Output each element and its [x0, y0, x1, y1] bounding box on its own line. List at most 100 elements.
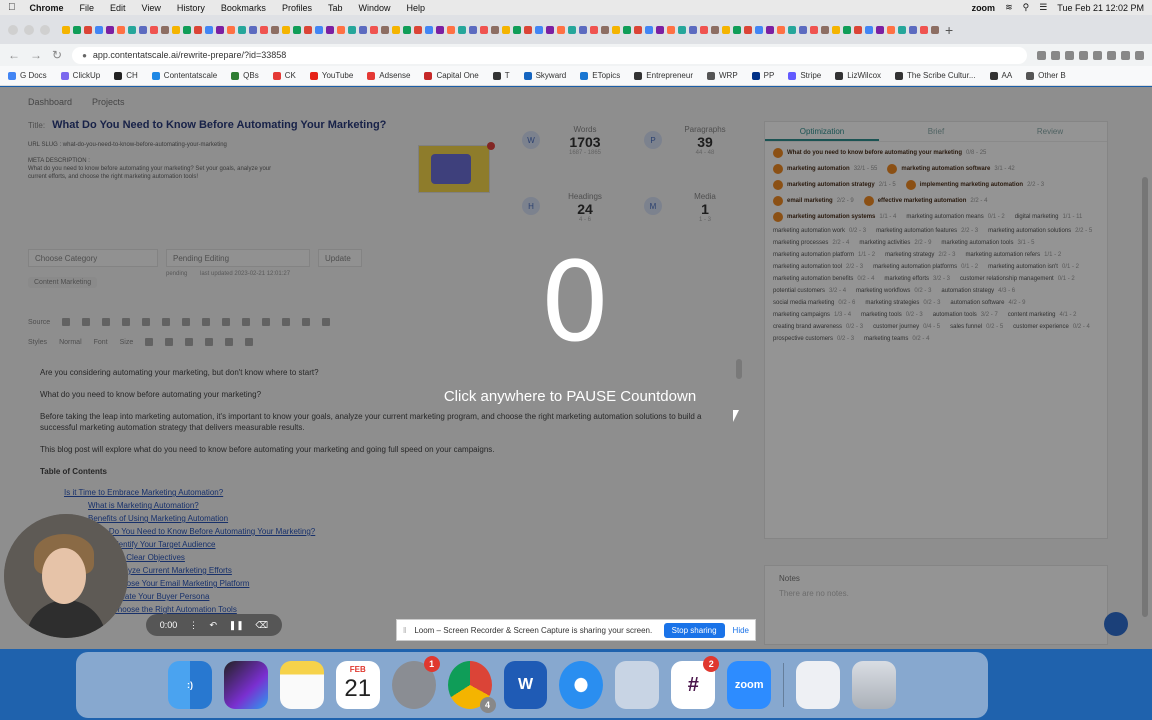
hide-button[interactable]: Hide [733, 626, 749, 635]
bookmark-item[interactable]: Adsense [367, 71, 410, 80]
stop-sharing-button[interactable]: Stop sharing [663, 622, 725, 638]
tab-favicon-icon[interactable] [84, 25, 92, 34]
tab-favicon-icon[interactable] [73, 25, 81, 34]
bookmark-item[interactable]: PP [751, 71, 774, 80]
tab-favicon-icon[interactable] [271, 25, 279, 34]
bookmark-item[interactable]: Stripe [788, 71, 821, 80]
tab-favicon-icon[interactable] [920, 25, 928, 34]
tab-favicon-icon[interactable] [282, 25, 290, 34]
trash-icon[interactable]: ⌫ [255, 620, 268, 631]
bookmark-item[interactable]: CH [114, 71, 138, 80]
bookmark-item[interactable]: The Scribe Cultur... [895, 71, 976, 80]
minimize-window-icon[interactable] [24, 24, 34, 35]
tab-favicon-icon[interactable] [711, 25, 719, 34]
bookmark-item[interactable]: Entrepreneur [634, 71, 693, 80]
reload-icon[interactable]: ↻ [52, 48, 62, 62]
pinned-tabs[interactable] [62, 25, 939, 34]
close-window-icon[interactable] [8, 24, 18, 35]
tab-favicon-icon[interactable] [689, 25, 697, 34]
tab-favicon-icon[interactable] [469, 25, 477, 34]
bookmark-item[interactable]: Skyward [523, 71, 566, 80]
control-center-icon[interactable]: ☰ [1039, 2, 1047, 13]
extension-icon[interactable] [1107, 50, 1116, 60]
search-icon[interactable]: ⚲ [1023, 2, 1030, 13]
extension-icon[interactable] [1065, 50, 1074, 60]
extension-icon[interactable] [1093, 50, 1102, 60]
tab-favicon-icon[interactable] [194, 25, 202, 34]
tab-favicon-icon[interactable] [667, 25, 675, 34]
apple-menu-icon[interactable]:  [8, 2, 16, 13]
pause-icon[interactable]: ❚❚ [229, 620, 244, 631]
tab-favicon-icon[interactable] [139, 25, 147, 34]
tab-favicon-icon[interactable] [755, 25, 763, 34]
tab-favicon-icon[interactable] [854, 25, 862, 34]
bookmark-item[interactable]: AA [989, 71, 1012, 80]
finder-icon[interactable]: :) [168, 661, 212, 709]
menu-history[interactable]: History [177, 3, 205, 13]
bookmark-item[interactable]: Contentatscale [151, 71, 217, 80]
zoom-status-item[interactable]: zoom [972, 3, 996, 13]
tab-favicon-icon[interactable] [513, 25, 521, 34]
tab-favicon-icon[interactable] [150, 25, 158, 34]
tab-favicon-icon[interactable] [876, 25, 884, 34]
tab-favicon-icon[interactable] [557, 25, 565, 34]
tab-favicon-icon[interactable] [293, 25, 301, 34]
calendar-icon[interactable]: FEB 21 [335, 661, 380, 709]
tab-favicon-icon[interactable] [392, 25, 400, 34]
tab-favicon-icon[interactable] [62, 25, 70, 34]
tab-favicon-icon[interactable] [898, 25, 906, 34]
safari-icon[interactable] [559, 661, 604, 709]
tab-favicon-icon[interactable] [623, 25, 631, 34]
tab-favicon-icon[interactable] [315, 25, 323, 34]
tab-favicon-icon[interactable] [766, 25, 774, 34]
tab-favicon-icon[interactable] [436, 25, 444, 34]
tab-favicon-icon[interactable] [843, 25, 851, 34]
chrome-icon[interactable]: 4 [447, 661, 496, 713]
zoom-app-icon[interactable]: zoom [727, 661, 772, 709]
tab-favicon-icon[interactable] [128, 25, 136, 34]
slack-icon[interactable]: # 2 [671, 656, 720, 709]
tab-favicon-icon[interactable] [887, 25, 895, 34]
tab-favicon-icon[interactable] [601, 25, 609, 34]
tab-favicon-icon[interactable] [821, 25, 829, 34]
bookmark-item[interactable]: YouTube [309, 71, 353, 80]
menu-view[interactable]: View [142, 3, 161, 13]
webcam-bubble[interactable] [4, 514, 128, 638]
tab-favicon-icon[interactable] [260, 25, 268, 34]
tab-favicon-icon[interactable] [722, 25, 730, 34]
grip-icon[interactable]: ‖ [403, 626, 406, 635]
trash-bin-icon[interactable] [851, 661, 896, 709]
menu-edit[interactable]: Edit [110, 3, 126, 13]
tab-favicon-icon[interactable] [700, 25, 708, 34]
system-settings-icon[interactable]: 1 [391, 656, 440, 709]
tab-favicon-icon[interactable] [381, 25, 389, 34]
tab-favicon-icon[interactable] [590, 25, 598, 34]
tab-favicon-icon[interactable] [579, 25, 587, 34]
wifi-icon[interactable]: ≋ [1005, 2, 1013, 13]
downloads-stack-icon[interactable] [796, 661, 840, 709]
bookmark-item[interactable]: QBs [231, 71, 259, 80]
tab-favicon-icon[interactable] [161, 25, 169, 34]
tab-favicon-icon[interactable] [502, 25, 510, 34]
bookmark-item[interactable]: Other B [1026, 71, 1066, 80]
tab-favicon-icon[interactable] [788, 25, 796, 34]
bookmark-item[interactable]: ETopics [580, 71, 620, 80]
tab-favicon-icon[interactable] [348, 25, 356, 34]
tab-favicon-icon[interactable] [678, 25, 686, 34]
tab-favicon-icon[interactable] [205, 25, 213, 34]
tab-favicon-icon[interactable] [546, 25, 554, 34]
menu-help[interactable]: Help [406, 3, 425, 13]
tab-favicon-icon[interactable] [238, 25, 246, 34]
extension-icon[interactable] [1037, 50, 1046, 60]
tab-favicon-icon[interactable] [227, 25, 235, 34]
bookmark-item[interactable]: ClickUp [60, 71, 100, 80]
tab-favicon-icon[interactable] [634, 25, 642, 34]
extension-icon[interactable] [1051, 50, 1060, 60]
preview-icon[interactable] [615, 661, 660, 709]
tab-favicon-icon[interactable] [480, 25, 488, 34]
extension-icon[interactable] [1135, 50, 1144, 60]
tab-favicon-icon[interactable] [370, 25, 378, 34]
siri-icon[interactable] [223, 661, 268, 709]
tab-favicon-icon[interactable] [832, 25, 840, 34]
menu-bookmarks[interactable]: Bookmarks [221, 3, 266, 13]
